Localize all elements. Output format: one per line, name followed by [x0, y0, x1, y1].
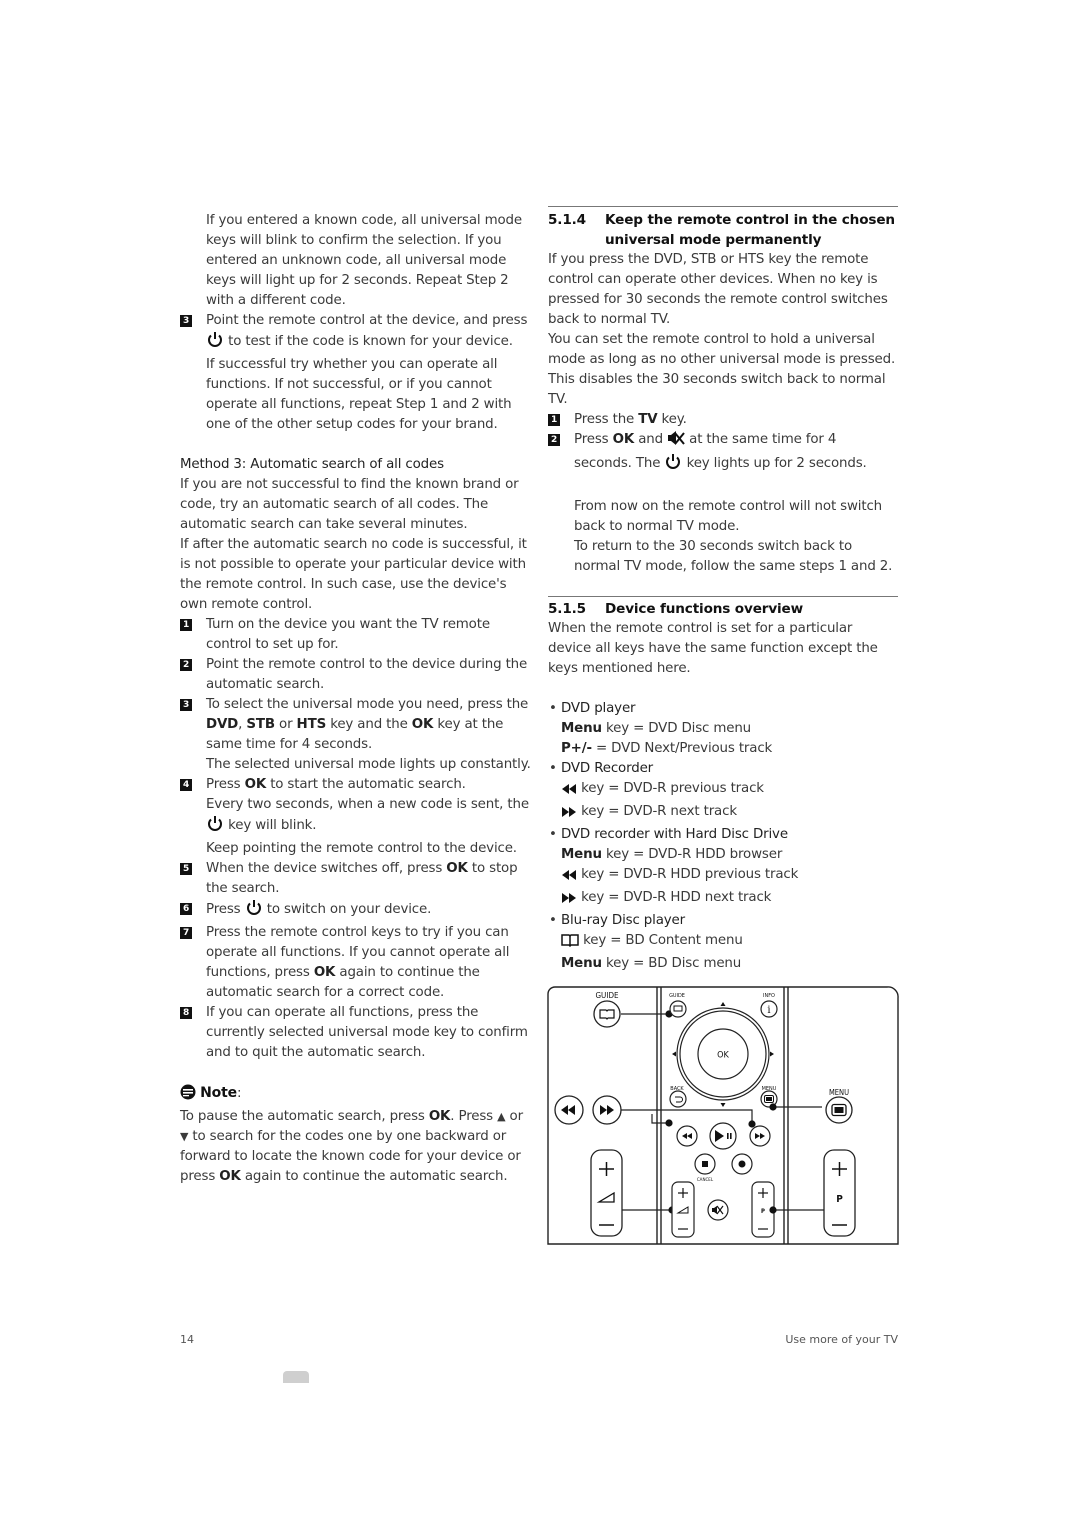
svg-text:OK: OK — [717, 1051, 729, 1061]
down-arrow-icon — [720, 1103, 726, 1107]
step-number: 3 — [180, 315, 192, 327]
tv-key: TV — [638, 412, 658, 427]
section-5-1-4-heading: 5.1.4 Keep the remote control in the cho… — [548, 212, 895, 248]
dvd-key: DVD — [206, 717, 239, 732]
note-body: To pause the automatic search, press OK.… — [180, 1109, 523, 1184]
section-divider — [548, 206, 898, 207]
fast-forward-key-small — [749, 1125, 771, 1147]
step-1: 1 Press the TV key. — [548, 410, 898, 430]
guide-key-small: GUIDE — [669, 993, 687, 1018]
step-4: 4 Press OK to start the automatic search… — [180, 775, 535, 859]
svg-text:CANCEL: CANCEL — [697, 1177, 714, 1183]
stop-key: CANCEL — [694, 1153, 716, 1183]
step-7: 7 Press the remote control keys to try i… — [180, 923, 535, 1003]
play-pause-key — [709, 1122, 737, 1150]
right-arrow-icon — [770, 1051, 774, 1057]
footer-section-title: Use more of your TV — [785, 1333, 898, 1346]
menu-key-large: MENU — [825, 1088, 853, 1124]
ok-key: OK — [313, 965, 336, 980]
svg-text:GUIDE: GUIDE — [669, 993, 685, 999]
power-icon — [664, 453, 682, 477]
program-key-large: P — [823, 1149, 856, 1237]
step-8: 8 If you can operate all functions, pres… — [180, 1003, 535, 1063]
step-2: 2 Point the remote control to the device… — [180, 655, 535, 695]
ok-key: OK — [411, 717, 434, 732]
method-paragraph: If you are not successful to find the kn… — [180, 477, 519, 532]
page-tab-marker — [283, 1371, 309, 1383]
section-divider — [548, 596, 898, 597]
volume-key-small — [671, 1181, 695, 1238]
device-dvd-recorder: DVD Recorder key = DVD-R previous track … — [548, 759, 898, 825]
power-icon — [206, 815, 224, 839]
remote-control-illustration: GUIDE GUIDE INFO i OK BACK MENU CANCEL P… — [547, 986, 899, 1245]
ok-key: OK — [446, 861, 468, 876]
mute-icon — [667, 430, 685, 453]
fast-forward-key-large — [592, 1095, 622, 1125]
step-2: 2 Press OK and at the same time for 4 se… — [548, 430, 898, 577]
method-paragraph: If after the automatic search no code is… — [180, 537, 527, 612]
info-key: INFO i — [760, 993, 778, 1018]
ok-key: OK — [428, 1109, 451, 1124]
device-dvd-recorder-hdd: DVD recorder with Hard Disc Drive Menu k… — [548, 825, 898, 911]
rewind-icon — [561, 868, 577, 888]
record-key — [731, 1153, 753, 1175]
svg-text:MENU: MENU — [829, 1088, 849, 1097]
svg-text:P: P — [761, 1208, 765, 1215]
stb-key: STB — [246, 717, 275, 732]
volume-key-large — [590, 1149, 623, 1237]
page-number: 14 — [180, 1333, 194, 1346]
section-5-1-5-heading: 5.1.5 Device functions overview — [548, 601, 804, 617]
rewind-key-small — [676, 1125, 698, 1147]
step-6: 6 Press to switch on your device. — [180, 899, 535, 923]
fast-forward-icon — [561, 891, 577, 911]
device-bluray-player: Blu-ray Disc player key = BD Content men… — [548, 911, 898, 974]
power-icon — [206, 331, 224, 355]
guide-book-icon — [561, 933, 579, 954]
step-3: 3 To select the universal mode you need,… — [180, 695, 535, 775]
device-dvd-player: DVD player Menu key = DVD Disc menu P+/-… — [548, 699, 898, 759]
up-arrow-icon: ▲ — [497, 1110, 506, 1123]
info-icon: i — [767, 1005, 770, 1016]
guide-label: GUIDE — [595, 991, 619, 1000]
right-column: 5.1.4 Keep the remote control in the cho… — [548, 206, 898, 974]
ok-key: OK — [219, 1169, 241, 1184]
power-icon — [245, 899, 263, 923]
guide-key-large: GUIDE — [593, 991, 621, 1028]
fast-forward-icon — [561, 805, 577, 825]
left-arrow-icon — [672, 1051, 676, 1057]
ok-key: OK — [612, 432, 635, 447]
svg-text:P: P — [836, 1194, 843, 1205]
intro-paragraph: If you entered a known code, all univers… — [206, 213, 522, 308]
left-column: If you entered a known code, all univers… — [180, 211, 535, 1187]
ok-key: OK — [244, 777, 267, 792]
step-1: 1 Turn on the device you want the TV rem… — [180, 615, 535, 655]
up-arrow-icon — [720, 1002, 726, 1006]
note-heading: Note: — [180, 1083, 535, 1107]
hts-key: HTS — [296, 717, 327, 732]
ok-key: OK — [697, 1028, 749, 1080]
note-icon — [180, 1084, 196, 1107]
svg-text:INFO: INFO — [763, 993, 775, 999]
rewind-icon — [561, 782, 577, 802]
back-key: BACK — [669, 1086, 687, 1108]
mute-key — [707, 1199, 729, 1221]
method-3-title: Method 3: Automatic search of all codes — [180, 457, 444, 472]
step-3-test: 3 Point the remote control at the device… — [180, 311, 535, 435]
step-5: 5 When the device switches off, press OK… — [180, 859, 535, 899]
rewind-key-large — [554, 1095, 584, 1125]
down-arrow-icon: ▼ — [180, 1130, 189, 1143]
